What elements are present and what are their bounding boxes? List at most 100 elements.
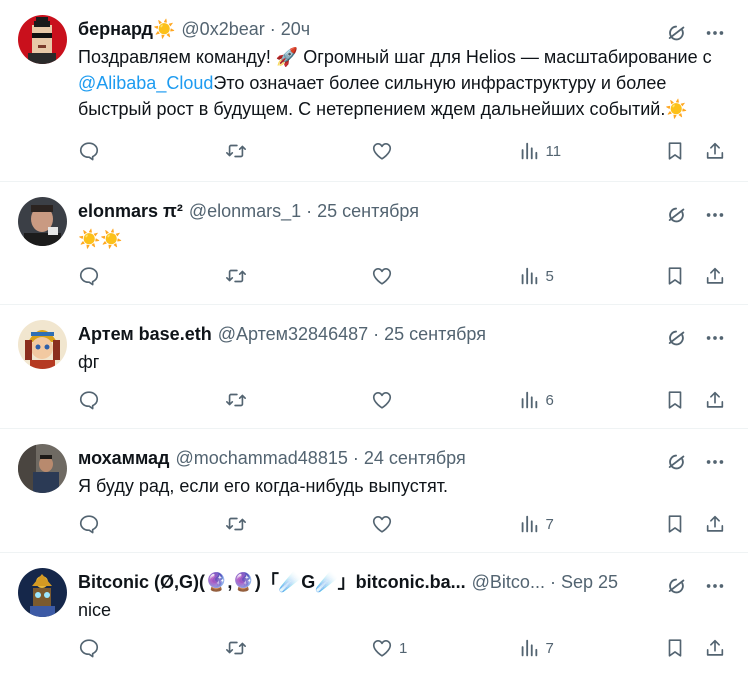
timestamp[interactable]: Sep 25 [561,571,618,593]
tweet[interactable]: elonmars π² @elonmars_1 · 25 сентября ☀️… [0,182,748,305]
share-icon[interactable] [704,389,726,411]
bookmark-icon[interactable] [664,389,686,411]
user-handle[interactable]: @0x2bear [181,18,264,40]
like-button[interactable] [371,513,431,535]
tweet[interactable]: мохаммад @mochammad48815 · 24 сентября Я… [0,429,748,553]
views-button[interactable]: 5 [518,265,578,287]
user-handle[interactable]: @Bitco... [472,571,545,593]
more-icon[interactable] [704,327,726,349]
views-button[interactable]: 7 [518,637,578,659]
more-icon[interactable] [704,204,726,226]
like-count: 1 [399,639,408,657]
share-icon[interactable] [704,265,726,287]
timestamp[interactable]: 25 сентября [317,200,419,222]
view-count: 5 [545,267,554,285]
tweet[interactable]: Артем base.eth @Артем32846487 · 25 сентя… [0,305,748,429]
avatar[interactable] [18,15,67,64]
reply-button[interactable] [78,513,138,535]
grok-icon[interactable] [666,22,688,44]
tweet-header: Артем base.eth @Артем32846487 · 25 сентя… [78,323,728,345]
bookmark-icon[interactable] [664,140,686,162]
retweet-icon [225,389,247,411]
views-button[interactable]: 6 [518,389,578,411]
tweet-text: Поздравляем команду! 🚀 Огромный шаг для … [78,44,728,122]
tweet-content: Артем base.eth @Артем32846487 · 25 сентя… [78,323,728,375]
user-handle[interactable]: @elonmars_1 [189,200,301,222]
action-bar: 1 7 [78,637,726,659]
reply-icon [78,265,100,287]
separator-dot: · [352,448,359,468]
like-button[interactable] [371,389,431,411]
reply-button[interactable] [78,140,138,162]
right-actions [664,140,726,162]
right-actions [664,265,726,287]
display-name[interactable]: Bitconic (Ø,G)(🔮,🔮)「☄️G☄️」bitconic.ba... [78,571,466,593]
reply-button[interactable] [78,265,138,287]
user-handle[interactable]: @Артем32846487 [218,323,368,345]
view-count: 11 [545,142,562,160]
views-icon [518,513,540,535]
tweet-top-actions [666,204,726,226]
view-count: 7 [545,515,554,533]
tweet[interactable]: бернард☀️ @0x2bear · 20ч Поздравляем ком… [0,0,748,182]
more-icon[interactable] [704,575,726,597]
retweet-button[interactable] [225,140,285,162]
reply-icon [78,389,100,411]
display-name[interactable]: бернард☀️ [78,18,175,40]
grok-icon[interactable] [666,204,688,226]
tweet[interactable]: Bitconic (Ø,G)(🔮,🔮)「☄️G☄️」bitconic.ba...… [0,553,748,675]
bookmark-icon[interactable] [664,637,686,659]
reply-button[interactable] [78,389,138,411]
share-icon[interactable] [704,513,726,535]
avatar[interactable] [18,444,67,493]
views-button[interactable]: 11 [518,140,578,162]
display-name[interactable]: Артем base.eth [78,323,212,345]
timestamp[interactable]: 20ч [281,18,310,40]
display-name[interactable]: elonmars π² [78,200,183,222]
like-button[interactable] [371,140,431,162]
tweet-header: бернард☀️ @0x2bear · 20ч [78,18,728,40]
avatar[interactable] [18,568,67,617]
share-icon[interactable] [704,140,726,162]
separator-dot: · [373,324,380,344]
bookmark-icon[interactable] [664,265,686,287]
tweet-content: elonmars π² @elonmars_1 · 25 сентября ☀️… [78,200,728,252]
timestamp[interactable]: 25 сентября [384,323,486,345]
separator-dot: · [549,572,556,592]
avatar[interactable] [18,197,67,246]
bookmark-icon[interactable] [664,513,686,535]
tweet-text: Я буду рад, если его когда-нибудь выпуст… [78,476,448,496]
views-icon [518,389,540,411]
grok-icon[interactable] [666,575,688,597]
tweet-top-actions [666,451,726,473]
retweet-icon [225,513,247,535]
right-actions [664,389,726,411]
share-icon[interactable] [704,637,726,659]
retweet-button[interactable] [225,265,285,287]
like-icon [371,265,393,287]
mention-link[interactable]: @Alibaba_Cloud [78,73,213,93]
tweet-content: Bitconic (Ø,G)(🔮,🔮)「☄️G☄️」bitconic.ba...… [78,571,728,623]
timestamp[interactable]: 24 сентября [364,447,466,469]
like-button[interactable] [371,265,431,287]
view-count: 6 [545,391,554,409]
reply-button[interactable] [78,637,138,659]
display-name[interactable]: мохаммад [78,447,169,469]
avatar[interactable] [18,320,67,369]
grok-icon[interactable] [666,451,688,473]
user-handle[interactable]: @mochammad48815 [175,447,347,469]
reply-icon [78,513,100,535]
reply-icon [78,637,100,659]
separator-dot: · [269,19,276,39]
retweet-icon [225,637,247,659]
tweet-header: мохаммад @mochammad48815 · 24 сентября [78,447,728,469]
grok-icon[interactable] [666,327,688,349]
like-icon [371,513,393,535]
like-button[interactable]: 1 [371,637,431,659]
more-icon[interactable] [704,451,726,473]
retweet-button[interactable] [225,637,285,659]
retweet-button[interactable] [225,389,285,411]
views-button[interactable]: 7 [518,513,578,535]
more-icon[interactable] [704,22,726,44]
retweet-button[interactable] [225,513,285,535]
